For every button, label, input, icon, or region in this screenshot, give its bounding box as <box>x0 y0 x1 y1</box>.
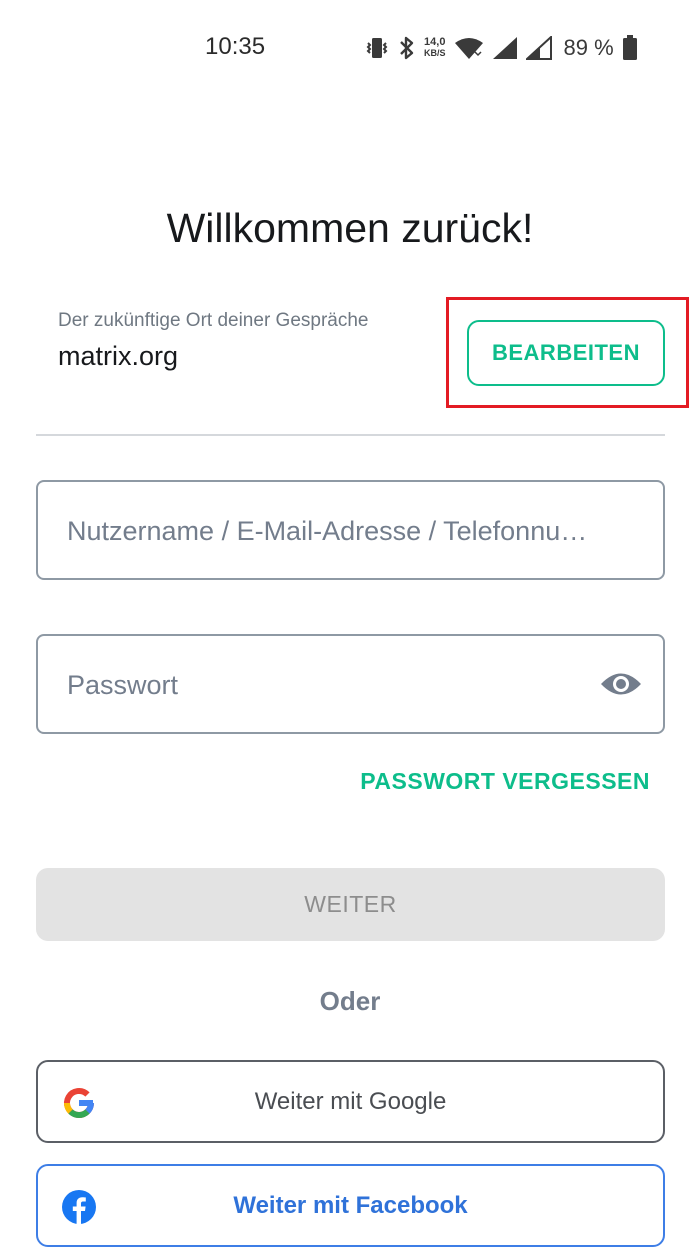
status-icons: 14,0 KB/S 89 % <box>364 28 638 68</box>
highlight-box <box>446 297 689 408</box>
password-input[interactable] <box>65 636 569 734</box>
username-field[interactable] <box>36 480 665 580</box>
password-field[interactable] <box>36 634 665 734</box>
status-bar: 10:35 14,0 KB/S 89 % <box>0 0 700 95</box>
status-time: 10:35 <box>205 33 266 60</box>
facebook-icon <box>62 1190 96 1224</box>
continue-button[interactable]: WEITER <box>36 868 665 941</box>
battery-icon <box>622 35 637 60</box>
google-sso-label: Weiter mit Google <box>254 1087 447 1115</box>
divider <box>36 434 665 436</box>
google-icon <box>63 1088 95 1118</box>
or-separator: Oder <box>319 986 381 1016</box>
vibrate-icon <box>366 38 388 58</box>
google-sso-button[interactable]: Weiter mit Google <box>36 1060 665 1143</box>
signal-icon-secondary <box>525 36 552 60</box>
eye-icon[interactable] <box>599 669 643 699</box>
network-speed: 14,0 KB/S <box>424 36 446 59</box>
battery-percentage: 89 % <box>563 35 614 60</box>
wifi-icon <box>454 38 483 59</box>
server-caption: Der zukünftige Ort deiner Gespräche <box>58 310 369 331</box>
page-title: Willkommen zurück! <box>166 205 534 251</box>
facebook-sso-label: Weiter mit Facebook <box>233 1191 468 1219</box>
facebook-sso-button[interactable]: Weiter mit Facebook <box>36 1164 665 1247</box>
signal-icon <box>492 37 517 59</box>
forgot-password-link[interactable]: PASSWORT VERGESSEN <box>360 768 650 795</box>
server-name: matrix.org <box>58 341 179 371</box>
bluetooth-icon <box>400 36 414 60</box>
username-input[interactable] <box>65 482 629 580</box>
